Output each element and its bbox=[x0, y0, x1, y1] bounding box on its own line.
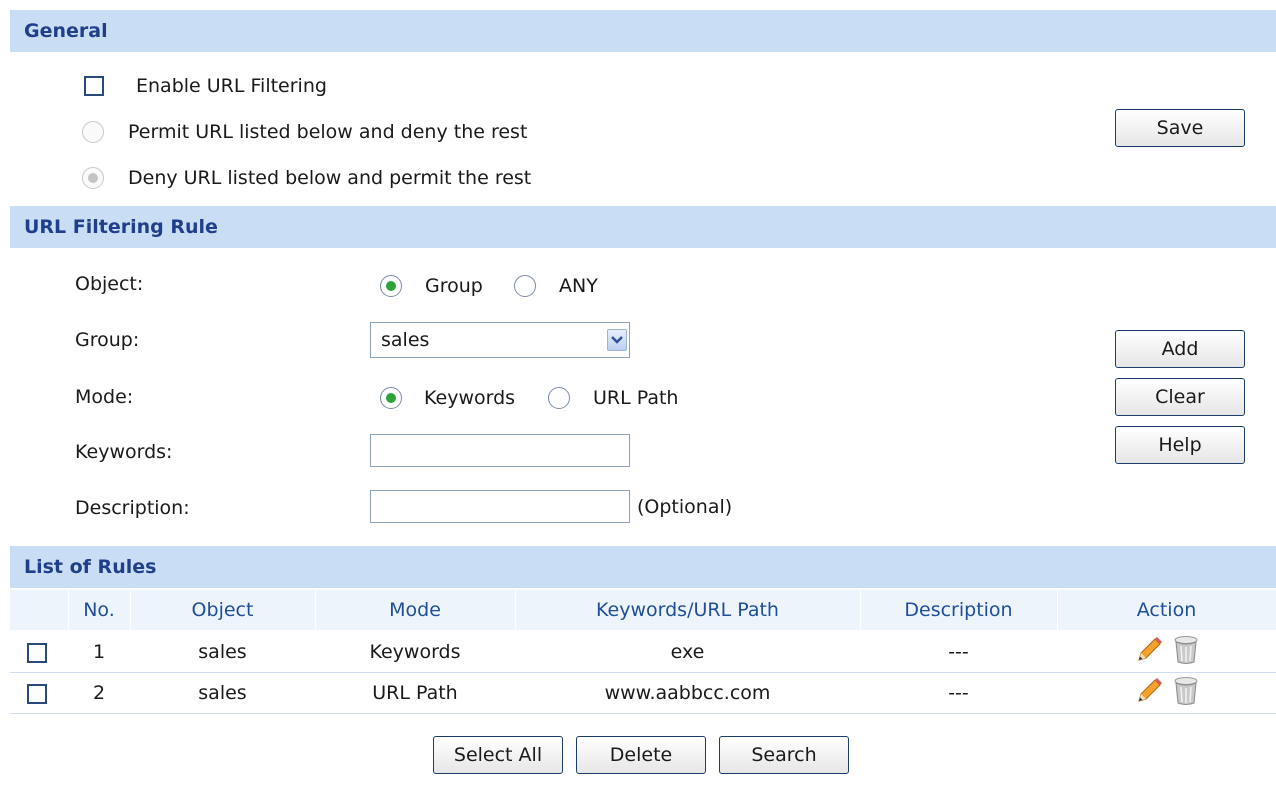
mode-keywords-label: Keywords bbox=[424, 387, 516, 409]
object-group-label: Group bbox=[425, 275, 483, 297]
row-checkbox[interactable] bbox=[27, 642, 47, 663]
group-select-value: sales bbox=[381, 329, 430, 351]
column-header-action: Action bbox=[1057, 590, 1276, 632]
deny-listed-label: Deny URL listed below and permit the res… bbox=[128, 167, 532, 189]
keywords-label: Keywords: bbox=[75, 441, 173, 463]
section-title-url-filtering-rule: URL Filtering Rule bbox=[24, 216, 218, 238]
object-any-radio[interactable] bbox=[514, 275, 536, 297]
section-header-list-of-rules: List of Rules bbox=[10, 546, 1276, 588]
row-no: 1 bbox=[68, 631, 130, 673]
row-action bbox=[1057, 672, 1276, 714]
row-keywords-url-path: www.aabbcc.com bbox=[515, 672, 860, 714]
save-button[interactable]: Save bbox=[1115, 109, 1245, 147]
object-group-radio[interactable] bbox=[380, 275, 402, 297]
table-row: 1 sales Keywords exe --- bbox=[10, 631, 1276, 673]
row-description: --- bbox=[860, 672, 1057, 714]
delete-button[interactable]: Delete bbox=[576, 736, 706, 774]
column-header-select bbox=[10, 590, 69, 632]
column-header-no: No. bbox=[68, 590, 131, 632]
group-select[interactable]: sales bbox=[370, 322, 630, 358]
section-title-list-of-rules: List of Rules bbox=[24, 556, 157, 578]
deny-listed-radio[interactable] bbox=[82, 167, 104, 189]
pencil-edit-icon[interactable] bbox=[1134, 676, 1164, 711]
clear-button[interactable]: Clear bbox=[1115, 378, 1245, 416]
row-description: --- bbox=[860, 631, 1057, 673]
enable-url-filtering-label: Enable URL Filtering bbox=[136, 75, 327, 97]
mode-url-path-radio[interactable] bbox=[548, 387, 570, 409]
trash-can-icon[interactable] bbox=[1173, 635, 1199, 670]
mode-keywords-radio[interactable] bbox=[380, 387, 402, 409]
permit-listed-radio[interactable] bbox=[82, 121, 104, 143]
rules-table: No. Object Mode Keywords/URL Path Descri… bbox=[10, 590, 1276, 714]
select-all-button[interactable]: Select All bbox=[433, 736, 563, 774]
section-header-url-filtering-rule: URL Filtering Rule bbox=[10, 206, 1276, 248]
permit-listed-label: Permit URL listed below and deny the res… bbox=[128, 121, 528, 143]
description-label: Description: bbox=[75, 497, 190, 519]
row-object: sales bbox=[130, 631, 315, 673]
column-header-mode: Mode bbox=[315, 590, 516, 632]
row-object: sales bbox=[130, 672, 315, 714]
pencil-edit-icon[interactable] bbox=[1134, 635, 1164, 670]
table-row: 2 sales URL Path www.aabbcc.com --- bbox=[10, 672, 1276, 714]
row-keywords-url-path: exe bbox=[515, 631, 860, 673]
row-select-cell bbox=[10, 631, 68, 673]
chevron-down-icon[interactable] bbox=[607, 329, 627, 351]
enable-url-filtering-checkbox[interactable] bbox=[84, 76, 104, 96]
keywords-input[interactable] bbox=[370, 434, 630, 467]
object-label: Object: bbox=[75, 273, 144, 295]
description-input[interactable] bbox=[370, 490, 630, 523]
add-button[interactable]: Add bbox=[1115, 330, 1245, 368]
row-mode: Keywords bbox=[315, 631, 515, 673]
help-button[interactable]: Help bbox=[1115, 426, 1245, 464]
mode-label: Mode: bbox=[75, 386, 134, 408]
row-action bbox=[1057, 631, 1276, 673]
table-header-row: No. Object Mode Keywords/URL Path Descri… bbox=[10, 590, 1276, 632]
section-header-general: General bbox=[10, 10, 1276, 52]
row-mode: URL Path bbox=[315, 672, 515, 714]
mode-url-path-label: URL Path bbox=[593, 387, 679, 409]
optional-hint: (Optional) bbox=[637, 496, 733, 518]
column-header-object: Object bbox=[130, 590, 316, 632]
column-header-keywords-url-path: Keywords/URL Path bbox=[515, 590, 861, 632]
object-any-label: ANY bbox=[559, 275, 598, 297]
row-checkbox[interactable] bbox=[27, 683, 47, 704]
group-label: Group: bbox=[75, 329, 140, 351]
trash-can-icon[interactable] bbox=[1173, 676, 1199, 711]
row-no: 2 bbox=[68, 672, 130, 714]
row-select-cell bbox=[10, 672, 68, 714]
column-header-description: Description bbox=[860, 590, 1058, 632]
section-title-general: General bbox=[24, 20, 108, 42]
search-button[interactable]: Search bbox=[719, 736, 849, 774]
